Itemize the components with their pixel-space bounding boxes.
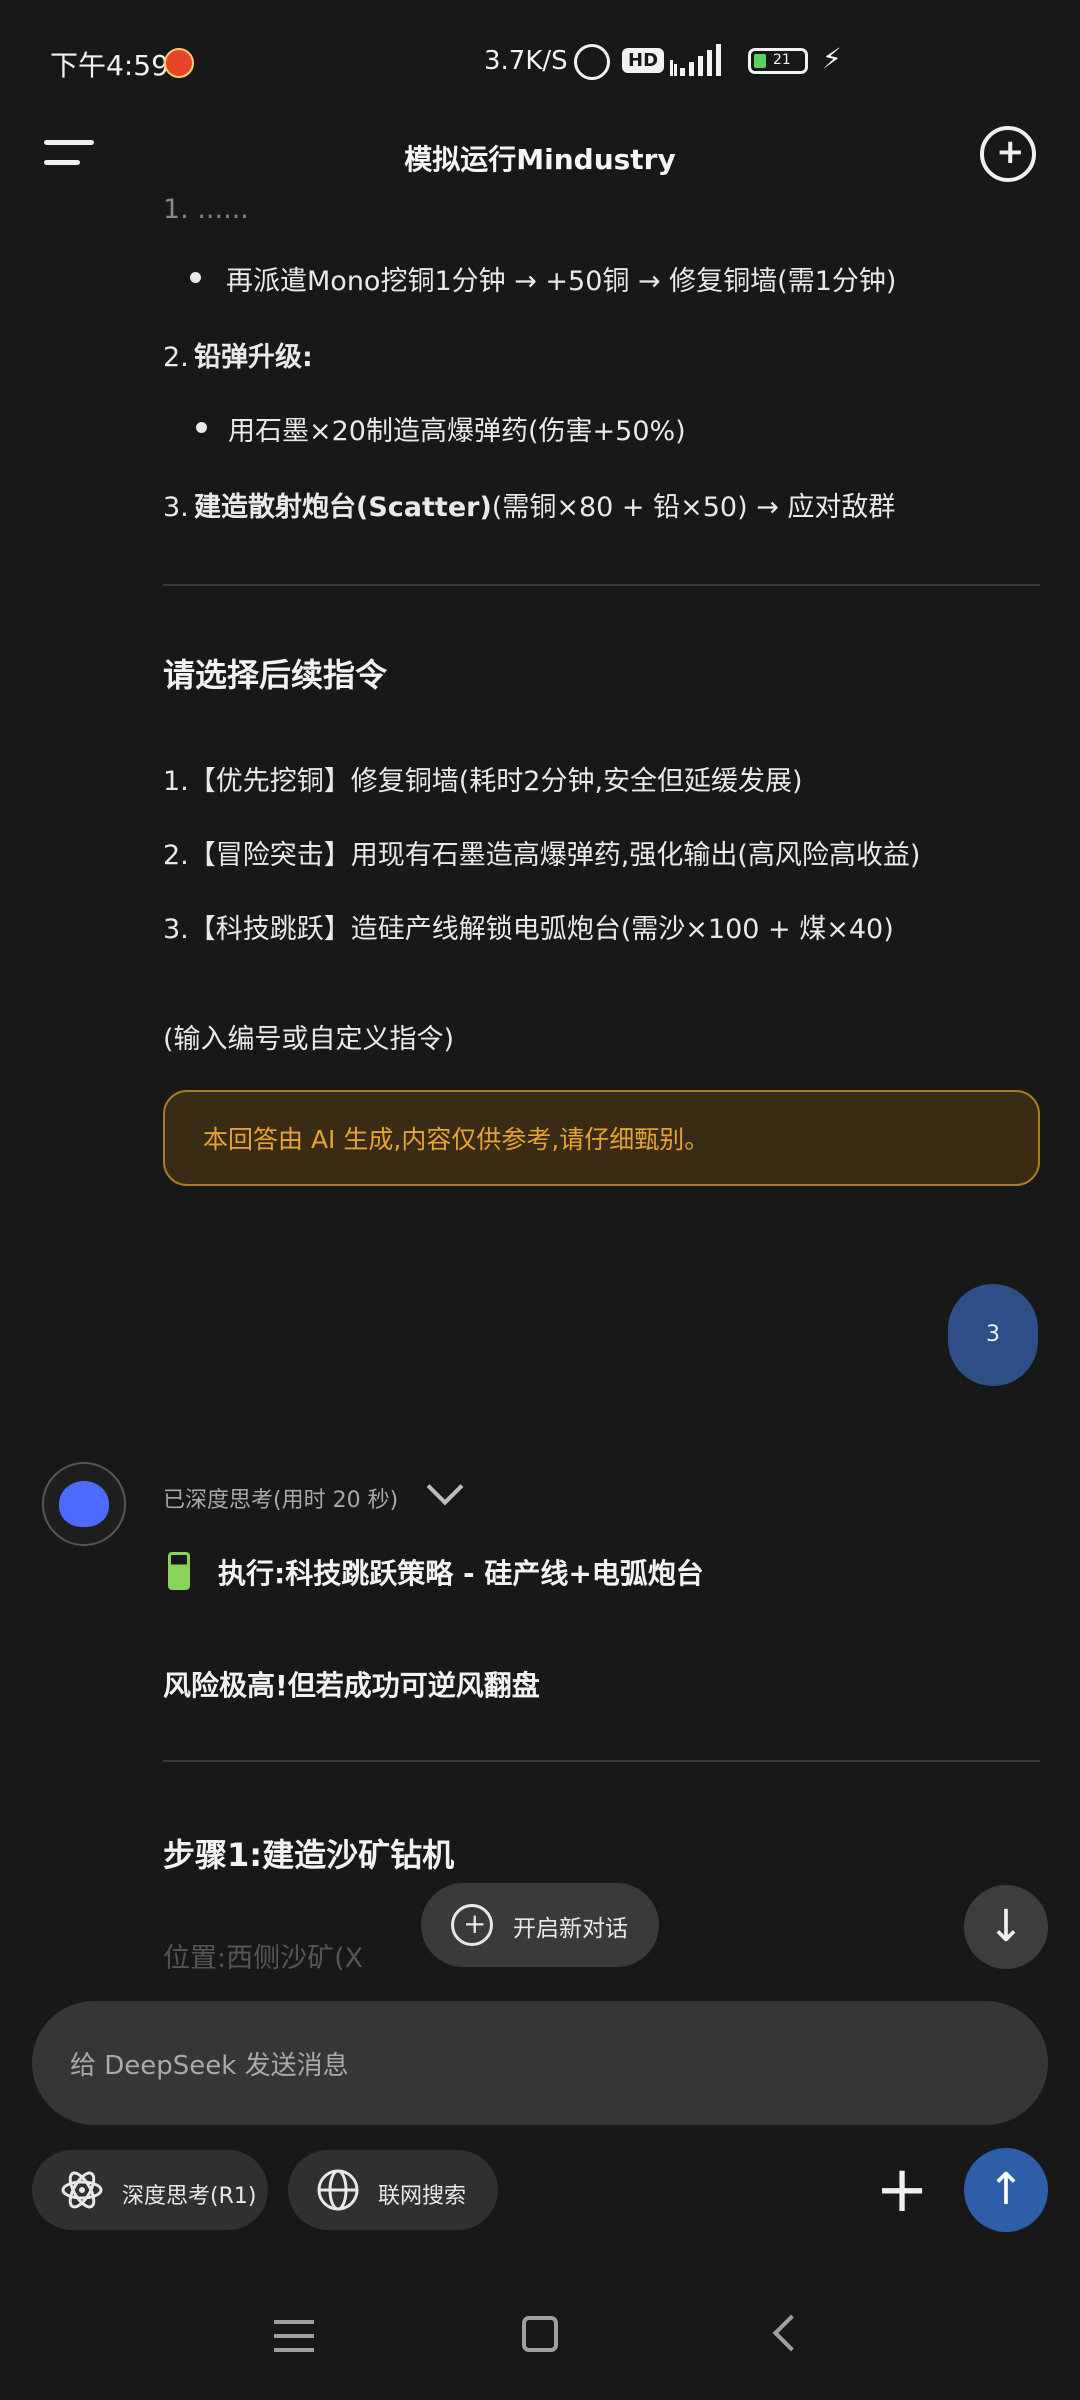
globe-icon [317,2169,359,2211]
list-item: 用石墨×20制造高爆弹药(伤害+50%) [228,416,686,447]
deep-think-toggle[interactable]: 深度思考(R1) [32,2150,268,2230]
atom-icon [61,2171,103,2209]
list-number: 3. [163,492,189,523]
option-item: 2.【冒险突击】用现有石墨造高爆弹药,强化输出(高风险高收益) [163,840,921,871]
add-chat-icon [451,1904,493,1946]
cut-off-line: 1. ...... [163,194,249,225]
web-search-toggle[interactable]: 联网搜索 [288,2150,498,2230]
signal-icon [670,44,721,76]
list-item: 建造散射炮台(Scatter)(需铜×80 + 铅×50) → 应对敌群 [194,488,895,528]
battery-level: 21 [773,52,791,68]
risk-line: 风险极高!但若成功可逆风翻盘 [163,1669,540,1702]
message-placeholder: 给 DeepSeek 发送消息 [70,2051,349,2081]
bullet-dot [190,272,201,283]
step-title: 步骤1:建造沙矿钻机 [163,1836,455,1874]
thinking-status[interactable]: 已深度思考(用时 20 秒) [163,1482,398,1514]
deepseek-avatar [42,1462,126,1546]
message-input[interactable]: 给 DeepSeek 发送消息 [32,2001,1048,2125]
chevron-down-icon[interactable] [426,1468,464,1506]
divider [163,1760,1040,1762]
list-heading: 铅弹升级: [194,342,313,373]
divider [163,584,1040,586]
list-detail: (需铜×80 + 铅×50) → 应对敌群 [491,492,896,523]
battery-icon: 21 [748,48,808,74]
nav-back-icon[interactable] [772,2314,810,2352]
ai-notice: 本回答由 AI 生成,内容仅供参考,请仔细甄别。 [163,1090,1040,1186]
prompt-text: (输入编号或自定义指令) [163,1024,455,1055]
option-item: 1.【优先挖铜】修复铜墙(耗时2分钟,安全但延缓发展) [163,766,803,797]
new-chat-button[interactable]: 开启新对话 [421,1883,659,1967]
battery-emoji-icon [168,1552,190,1590]
faded-line: 位置:西侧沙矿(X [163,1943,364,1974]
network-speed: 3.7K/S [484,46,568,76]
ai-notice-text: 本回答由 AI 生成,内容仅供参考,请仔细甄别。 [203,1125,710,1154]
attach-plus-button[interactable]: + [874,2150,930,2230]
page-title: 模拟运行Mindustry [404,143,676,176]
new-chat-icon[interactable] [980,126,1036,182]
nav-home-icon[interactable] [522,2316,558,2352]
status-time: 下午4:59 [50,49,169,82]
list-item: 再派遣Mono挖铜1分钟 → +50铜 → 修复铜墙(需1分钟) [226,266,897,297]
section-title: 请选择后续指令 [163,656,388,694]
notification-icon [164,48,194,78]
web-search-label: 联网搜索 [378,2184,467,2209]
nav-recent-apps-icon[interactable] [274,2318,314,2354]
list-heading: 建造散射炮台(Scatter) [194,492,492,523]
new-chat-label: 开启新对话 [513,1916,628,1942]
exec-title: 执行:科技跳跃策略 - 硅产线+电弧炮台 [218,1557,704,1590]
hd-badge: HD [622,48,665,73]
option-item: 3.【科技跳跃】造硅产线解锁电弧炮台(需沙×100 + 煤×40) [163,914,894,945]
bullet-dot [196,422,207,433]
status-bar: 下午4:59 3.7K/S HD 21 ⚡ [0,0,1080,130]
user-message-bubble[interactable]: 3 [948,1284,1038,1386]
deep-think-label: 深度思考(R1) [122,2184,257,2209]
list-number: 2. [163,342,189,373]
alarm-icon [574,44,610,80]
charging-icon: ⚡ [822,42,842,75]
scroll-down-button[interactable]: ↓ [964,1885,1048,1969]
send-button[interactable]: ↑ [964,2148,1048,2232]
whale-icon [59,1481,109,1527]
